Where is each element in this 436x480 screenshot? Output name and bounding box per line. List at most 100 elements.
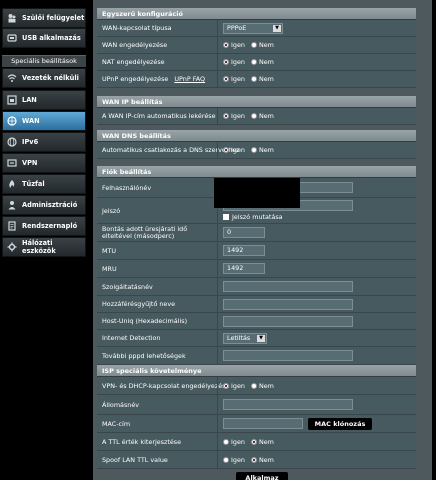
internet-detection-select[interactable]: Letiltás ▼ xyxy=(223,332,267,344)
sidebar-item-network-tools[interactable]: Hálózati eszközök xyxy=(2,237,86,257)
wan-connection-type-select[interactable]: PPPoE ▼ xyxy=(223,22,283,34)
sidebar-item-ipv6[interactable]: IPv6 xyxy=(2,132,86,152)
admin-icon xyxy=(7,200,17,210)
mac-address-row: MAC-cím MAC klónozás xyxy=(97,415,416,433)
radio-label: Nem xyxy=(258,455,274,464)
redacted-area xyxy=(214,178,300,208)
wan-connection-type-row: WAN-kapcsolat típusa PPPoE ▼ xyxy=(97,20,416,37)
apply-button[interactable]: Alkalmaz xyxy=(236,472,288,480)
vpn-dhcp-yes-radio[interactable]: Igen xyxy=(223,382,245,390)
sidebar-item-lan[interactable]: LAN xyxy=(2,90,86,110)
advanced-settings-header: Speciális beállítások xyxy=(2,55,86,67)
isp-header: ISP speciális követelménye xyxy=(97,365,416,377)
vpn-dhcp-no-radio[interactable]: Nem xyxy=(250,382,274,390)
isp-panel: ISP speciális követelménye VPN- és DHCP-… xyxy=(97,365,416,469)
sidebar-item-label: Adminisztráció xyxy=(22,201,78,209)
spoof-ttl-row: Spoof LAN TTL value Igen Nem xyxy=(97,451,416,469)
service-name-row: Szolgáltatásnév xyxy=(97,278,416,296)
radio-label: Nem xyxy=(258,58,274,66)
ttl-extend-no-radio[interactable]: Nem xyxy=(250,437,274,446)
pppd-options-input[interactable] xyxy=(223,350,353,361)
service-name-input[interactable] xyxy=(223,281,353,292)
radio-label: Nem xyxy=(258,75,274,83)
hostname-input[interactable] xyxy=(223,399,353,410)
wan-ip-auto-yes-radio[interactable]: Igen xyxy=(223,112,245,120)
spoof-ttl-no-radio[interactable]: Nem xyxy=(250,455,274,464)
idle-timeout-label: Bontás adott üresjárati idő elteltével (… xyxy=(102,225,188,240)
vpn-dhcp-label: VPN- és DHCP-kapcsolat engedélyezése xyxy=(102,382,230,390)
upnp-no-radio[interactable]: Nem xyxy=(250,75,274,83)
pppd-options-label: További pppd lehetőségek xyxy=(102,352,186,360)
usb-icon xyxy=(7,33,17,43)
wan-enable-row: WAN engedélyezése Igen Nem xyxy=(97,37,416,54)
mac-clone-button[interactable]: MAC klónozás xyxy=(308,417,372,430)
sidebar-item-wan[interactable]: WAN xyxy=(2,111,86,131)
log-icon xyxy=(7,221,17,231)
sidebar-item-administration[interactable]: Adminisztráció xyxy=(2,195,86,215)
host-uniq-input[interactable] xyxy=(223,315,353,327)
radio-label: Nem xyxy=(258,41,274,49)
wan-enable-label: WAN engedélyezése xyxy=(102,41,168,49)
upnp-faq-link[interactable]: UPnP FAQ xyxy=(174,75,205,83)
nat-enable-label: NAT engedélyezése xyxy=(102,58,165,66)
upnp-yes-radio[interactable]: Igen xyxy=(223,75,245,83)
dns-auto-label: Automatikus csatlakozás a DNS szerverhez xyxy=(102,146,240,154)
wan-enable-yes-radio[interactable]: Igen xyxy=(223,41,245,49)
mru-input[interactable]: 1492 xyxy=(223,263,265,274)
password-label: Jelszó xyxy=(102,207,121,215)
nat-enable-no-radio[interactable]: Nem xyxy=(250,58,274,66)
dns-auto-no-radio[interactable]: Nem xyxy=(250,146,274,154)
nat-enable-yes-radio[interactable]: Igen xyxy=(223,58,245,66)
service-name-label: Szolgáltatásnév xyxy=(102,283,153,291)
dns-auto-yes-radio[interactable]: Igen xyxy=(223,146,245,154)
mtu-input[interactable]: 1492 xyxy=(223,245,265,256)
hostname-label: Állomásnév xyxy=(102,401,140,409)
radio-label: Igen xyxy=(231,381,245,390)
show-password-checkbox[interactable] xyxy=(223,214,229,220)
username-label: Felhasználónév xyxy=(102,184,152,192)
show-password-toggle[interactable]: Jelszó mutatása xyxy=(223,213,283,221)
wireless-icon xyxy=(7,73,17,83)
wan-connection-type-label: WAN-kapcsolat típusa xyxy=(102,24,172,32)
ttl-extend-label: A TTL érték kiterjesztése xyxy=(102,438,182,446)
sidebar-item-vpn[interactable]: VPN xyxy=(2,153,86,173)
mtu-label: MTU xyxy=(102,247,117,255)
ac-name-input[interactable] xyxy=(223,298,353,310)
radio-label: Nem xyxy=(258,112,274,120)
basic-config-panel: Egyszerű konfiguráció WAN-kapcsolat típu… xyxy=(97,8,416,88)
spoof-ttl-yes-radio[interactable]: Igen xyxy=(223,456,245,464)
ac-name-row: Hozzáférésgyűjtő neve xyxy=(97,296,416,313)
ttl-extend-yes-radio[interactable]: Igen xyxy=(223,438,245,446)
sidebar-item-label: Hálózati eszközök xyxy=(22,239,56,255)
internet-detection-label: Internet Detection xyxy=(102,334,161,342)
sidebar-item-system-log[interactable]: Rendszernapló xyxy=(2,216,86,236)
chevron-down-icon: ▼ xyxy=(273,24,281,32)
internet-detection-row: Internet Detection Letiltás ▼ xyxy=(97,330,416,347)
radio-label: Nem xyxy=(258,437,274,446)
sidebar-item-firewall[interactable]: Tűzfal xyxy=(2,174,86,194)
sidebar-item-parental-control[interactable]: Szülői felügyelet xyxy=(2,8,86,28)
sidebar-item-usb-application[interactable]: USB alkalmazás xyxy=(2,28,86,48)
wan-ip-auto-row: A WAN IP-cím automatikus lekérése Igen N… xyxy=(97,108,416,125)
wan-icon xyxy=(7,116,17,126)
sidebar-item-label: Szülői felügyelet xyxy=(22,14,85,22)
wan-dns-header: WAN DNS beállítás xyxy=(97,130,416,142)
chevron-down-icon: ▼ xyxy=(257,334,265,342)
wan-ip-auto-label: A WAN IP-cím automatikus lekérése xyxy=(102,112,216,120)
mac-address-input[interactable] xyxy=(223,418,303,429)
selected-value: Letiltás xyxy=(227,333,251,342)
wan-ip-auto-no-radio[interactable]: Nem xyxy=(250,112,274,120)
host-uniq-row: Host-Uniq (Hexadecimális) xyxy=(97,313,416,330)
sidebar-item-wireless[interactable]: Vezeték nélküli xyxy=(2,68,86,88)
mru-row: MRU 1492 xyxy=(97,260,416,278)
wan-dns-panel: WAN DNS beállítás Automatikus csatlakozá… xyxy=(97,130,416,159)
radio-label: Igen xyxy=(231,58,245,66)
sidebar-item-label: Tűzfal xyxy=(22,180,45,188)
upnp-enable-row: UPnP engedélyezése UPnP FAQ Igen Nem xyxy=(97,71,416,88)
idle-timeout-input[interactable]: 0 xyxy=(223,227,265,238)
pppd-options-row: További pppd lehetőségek xyxy=(97,347,416,365)
sidebar: Szülői felügyelet USB alkalmazás Speciál… xyxy=(0,0,88,480)
wan-enable-no-radio[interactable]: Nem xyxy=(250,41,274,49)
vpn-icon xyxy=(7,158,17,168)
host-uniq-label: Host-Uniq (Hexadecimális) xyxy=(102,317,188,325)
